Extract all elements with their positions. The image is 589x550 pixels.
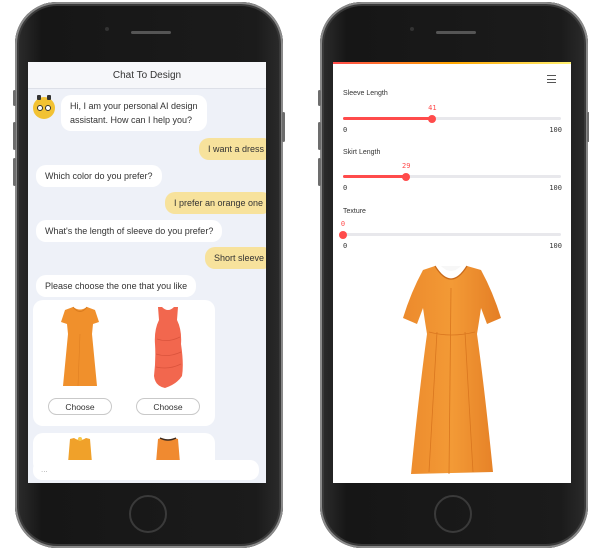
bot-message: Which color do you prefer?: [36, 165, 162, 187]
choose-button[interactable]: Choose: [136, 398, 200, 415]
phone-frame-chat: Chat To Design Hi, I am your personal AI…: [13, 2, 285, 548]
dress-options-card: Choose Choose: [33, 300, 215, 426]
bot-message: Please choose the one that you like: [36, 275, 197, 297]
dress-image-orange: [61, 306, 99, 387]
dress-option: Choose: [125, 304, 211, 422]
slider-min: 0: [343, 242, 348, 250]
sleeve-length-slider[interactable]: 41: [343, 104, 561, 123]
volume-down-button: [13, 158, 16, 186]
slider-value: 0: [340, 220, 346, 228]
slider-value: 29: [402, 162, 411, 170]
slider-max: 100: [549, 184, 562, 192]
slider-value: 41: [428, 104, 437, 112]
user-message: Short sleeve: [205, 247, 266, 269]
slider-thumb[interactable]: [402, 172, 411, 181]
bot-message-line: assistant. How can I help you?: [70, 115, 193, 125]
mute-switch: [13, 90, 16, 106]
power-button: [282, 112, 285, 142]
texture-slider[interactable]: 0: [339, 220, 561, 239]
mute-switch: [318, 90, 321, 106]
chat-input[interactable]: ...: [33, 460, 259, 480]
bot-message-line: Hi, I am your personal AI design: [70, 101, 198, 111]
generated-dress-image: [403, 265, 501, 475]
user-message: I prefer an orange one: [165, 192, 266, 214]
dress-option: Choose: [37, 304, 123, 422]
design-screen: Sleeve Length 41 0 100 Skirt Length 29 0…: [333, 62, 571, 483]
slider-max: 100: [549, 126, 562, 134]
volume-down-button: [318, 158, 321, 186]
dress-images-partial: [68, 437, 180, 463]
bot-message: What's the length of sleeve do you prefe…: [36, 220, 223, 242]
volume-up-button: [318, 122, 321, 150]
chat-header: Chat To Design: [28, 62, 266, 89]
app-top-decoration: [333, 62, 571, 64]
front-camera: [105, 27, 109, 31]
earpiece-speaker: [436, 31, 476, 34]
slider-label-skirt-length: Skirt Length: [343, 149, 381, 156]
earpiece-speaker: [131, 31, 171, 34]
hamburger-menu-icon[interactable]: [547, 75, 557, 84]
slider-label-texture: Texture: [343, 208, 366, 215]
user-message: I want a dress: [199, 138, 266, 160]
assistant-avatar-icon: [33, 95, 55, 119]
dress-image-coral: [154, 307, 183, 388]
phone-frame-design: Sleeve Length 41 0 100 Skirt Length 29 0…: [318, 2, 589, 548]
chat-title: Chat To Design: [112, 70, 182, 81]
slider-max: 100: [549, 242, 562, 250]
slider-min: 0: [343, 126, 348, 134]
front-camera: [410, 27, 414, 31]
volume-up-button: [13, 122, 16, 150]
home-button[interactable]: [434, 495, 472, 533]
slider-min: 0: [343, 184, 348, 192]
slider-thumb[interactable]: [428, 114, 437, 123]
chat-screen: Chat To Design Hi, I am your personal AI…: [28, 62, 266, 483]
slider-thumb[interactable]: [339, 230, 347, 239]
choose-button[interactable]: Choose: [48, 398, 112, 415]
bot-message: Hi, I am your personal AI design assista…: [61, 95, 207, 131]
slider-label-sleeve-length: Sleeve Length: [343, 90, 388, 97]
home-button[interactable]: [129, 495, 167, 533]
skirt-length-slider[interactable]: 29: [343, 162, 561, 181]
